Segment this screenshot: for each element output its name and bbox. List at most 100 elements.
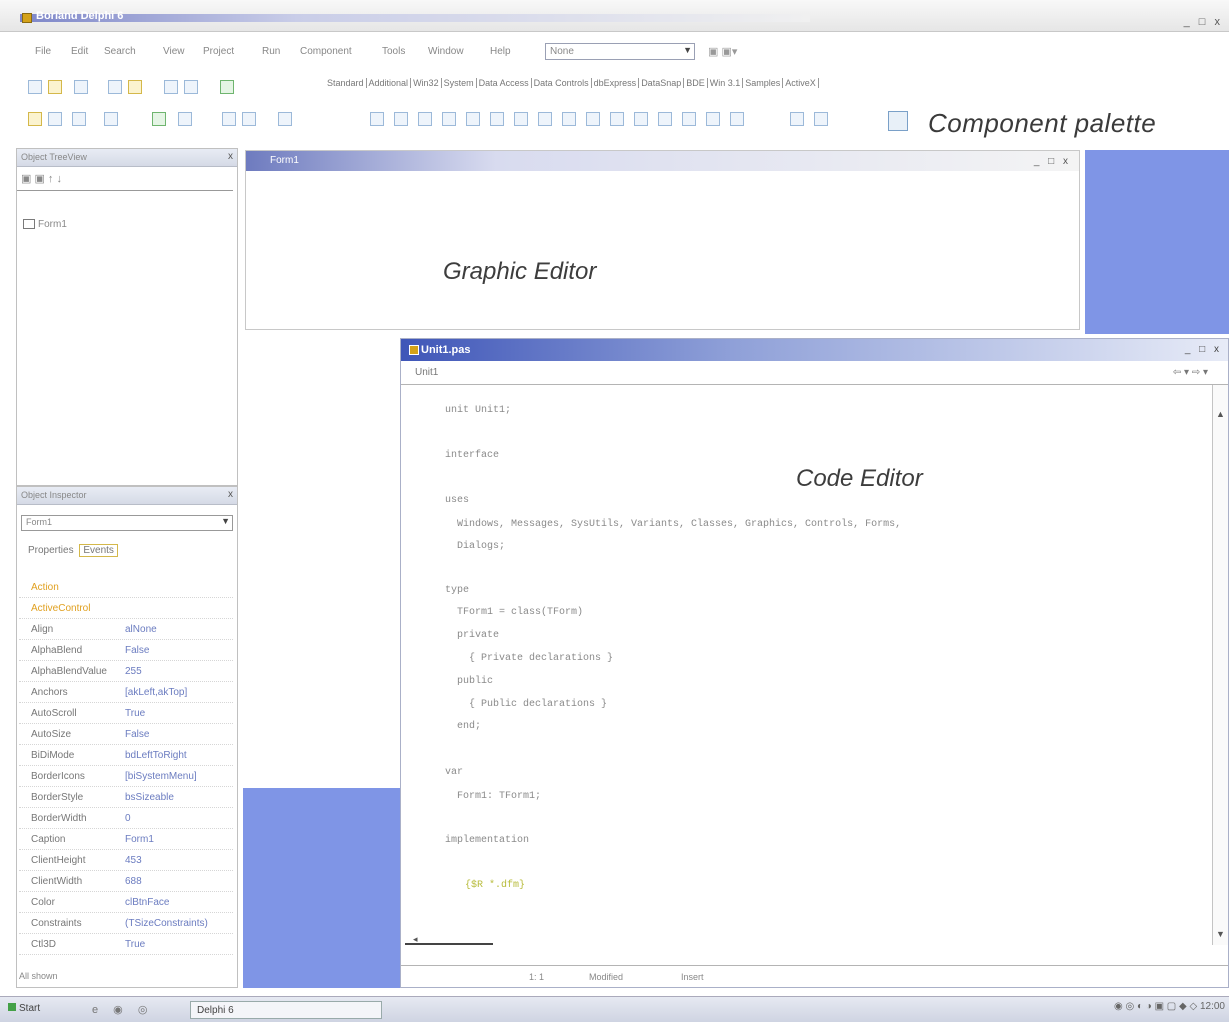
tab-events[interactable]: Events <box>79 544 118 557</box>
form-designer-window[interactable]: Form1 _ □ x <box>245 150 1080 330</box>
menu-window[interactable]: Window <box>428 46 464 57</box>
menu-edit[interactable]: Edit <box>71 46 88 57</box>
close-icon[interactable]: x <box>228 489 233 500</box>
open-icon[interactable] <box>48 80 62 94</box>
save-icon[interactable] <box>74 80 88 94</box>
open-project-icon[interactable] <box>128 80 142 94</box>
taskbar-delphi-button[interactable]: Delphi 6 <box>190 1001 382 1019</box>
property-value[interactable]: 453 <box>125 855 142 866</box>
property-row[interactable]: AutoScroll True <box>19 703 233 724</box>
menu-search[interactable]: Search <box>104 46 136 57</box>
tab-unit1[interactable]: Unit1 <box>415 367 438 378</box>
menu-file[interactable]: File <box>35 46 51 57</box>
property-row[interactable]: Action <box>19 577 233 598</box>
label-component-icon[interactable] <box>442 112 456 126</box>
help-icon[interactable] <box>220 80 234 94</box>
tab-win32[interactable]: Win32 <box>411 78 442 88</box>
property-row[interactable]: AlphaBlend False <box>19 640 233 661</box>
property-row[interactable]: Align alNone <box>19 619 233 640</box>
tab-system[interactable]: System <box>442 78 477 88</box>
tab-samples[interactable]: Samples <box>743 78 784 88</box>
code-editor-window[interactable]: Unit1.pas _ □ x Unit1 ⇦ ▾ ⇨ ▾ unit Unit1… <box>400 338 1229 988</box>
palette-scroll-left-icon[interactable] <box>790 112 804 126</box>
tab-additional[interactable]: Additional <box>367 78 412 88</box>
radiobutton-component-icon[interactable] <box>562 112 576 126</box>
property-value[interactable]: 0 <box>125 813 131 824</box>
property-value[interactable]: 255 <box>125 666 142 677</box>
listbox-component-icon[interactable] <box>586 112 600 126</box>
property-row[interactable]: BorderStyle bsSizeable <box>19 787 233 808</box>
tree-node-form1[interactable]: Form1 <box>23 219 67 230</box>
property-value[interactable]: bdLeftToRight <box>125 750 187 761</box>
frame-component-icon[interactable] <box>370 112 384 126</box>
scroll-down-icon[interactable]: ▼ <box>1216 929 1225 939</box>
menu-project[interactable]: Project <box>203 46 234 57</box>
property-row[interactable]: ActiveControl <box>19 598 233 619</box>
view-unit-icon[interactable] <box>28 112 42 126</box>
code-window-buttons[interactable]: _ □ x <box>1185 344 1222 355</box>
object-treeview-toolbar[interactable]: ▣ ▣ ↑ ↓ <box>17 167 233 191</box>
actionlist-component-icon[interactable] <box>730 112 744 126</box>
property-value[interactable]: False <box>125 729 149 740</box>
trace-into-icon[interactable] <box>222 112 236 126</box>
tab-data-access[interactable]: Data Access <box>477 78 532 88</box>
toggle-form-unit-icon[interactable] <box>72 112 86 126</box>
property-row[interactable]: Constraints (TSizeConstraints) <box>19 913 233 934</box>
quick-launch[interactable]: e ◉ ◎ <box>92 1003 153 1016</box>
palette-scroll-right-icon[interactable] <box>814 112 828 126</box>
scrollbar-component-icon[interactable] <box>634 112 648 126</box>
object-selector[interactable]: Form1 ▼ <box>21 515 233 531</box>
pointer-icon[interactable] <box>278 112 292 126</box>
form-window-buttons[interactable]: _ □ x <box>1034 156 1071 167</box>
menu-view[interactable]: View <box>163 46 185 57</box>
new-form-icon[interactable] <box>104 112 118 126</box>
new-icon[interactable] <box>28 80 42 94</box>
desktop-tool-buttons[interactable]: ▣ ▣▾ <box>708 45 737 58</box>
property-value[interactable]: clBtnFace <box>125 897 169 908</box>
property-row[interactable]: AlphaBlendValue 255 <box>19 661 233 682</box>
menu-help[interactable]: Help <box>490 46 511 57</box>
start-button[interactable]: Start <box>8 1003 40 1014</box>
vertical-scrollbar[interactable]: ▲ ▼ <box>1212 385 1228 945</box>
property-value[interactable]: [biSystemMenu] <box>125 771 197 782</box>
close-icon[interactable]: x <box>228 151 233 162</box>
tab-dbexpress[interactable]: dbExpress <box>592 78 640 88</box>
property-row[interactable]: BorderIcons [biSystemMenu] <box>19 766 233 787</box>
tab-activex[interactable]: ActiveX <box>783 78 819 88</box>
property-row[interactable]: Ctl3D True <box>19 934 233 955</box>
tab-datasnap[interactable]: DataSnap <box>639 78 685 88</box>
property-value[interactable]: True <box>125 708 145 719</box>
radiogroup-component-icon[interactable] <box>682 112 696 126</box>
form-designer-titlebar[interactable]: Form1 _ □ x <box>246 151 1079 171</box>
property-value[interactable]: (TSizeConstraints) <box>125 918 208 929</box>
navigation-buttons[interactable]: ⇦ ▾ ⇨ ▾ <box>1173 367 1208 378</box>
property-row[interactable]: Caption Form1 <box>19 829 233 850</box>
menu-component[interactable]: Component <box>300 46 352 57</box>
combobox-component-icon[interactable] <box>610 112 624 126</box>
property-value[interactable]: alNone <box>125 624 157 635</box>
save-all-icon[interactable] <box>108 80 122 94</box>
popupmenu-component-icon[interactable] <box>418 112 432 126</box>
property-row[interactable]: BiDiMode bdLeftToRight <box>19 745 233 766</box>
view-form-icon[interactable] <box>48 112 62 126</box>
tab-data-controls[interactable]: Data Controls <box>532 78 592 88</box>
system-tray[interactable]: ◉ ◎ ◐ ◑ ▣ ▢ ◆ ◇ 12:00 <box>1001 1001 1225 1019</box>
tab-win31[interactable]: Win 3.1 <box>708 78 744 88</box>
property-row[interactable]: ClientWidth 688 <box>19 871 233 892</box>
tab-properties[interactable]: Properties <box>25 545 77 556</box>
run-icon[interactable] <box>152 112 166 126</box>
property-value[interactable]: bsSizeable <box>125 792 174 803</box>
scroll-thumb[interactable] <box>405 943 493 945</box>
property-value[interactable]: 688 <box>125 876 142 887</box>
remove-file-icon[interactable] <box>184 80 198 94</box>
memo-component-icon[interactable] <box>490 112 504 126</box>
property-value[interactable]: True <box>125 939 145 950</box>
desktop-layout-select[interactable]: None ▼ <box>545 43 695 60</box>
property-value[interactable]: Form1 <box>125 834 154 845</box>
property-value[interactable]: False <box>125 645 149 656</box>
property-value[interactable]: [akLeft,akTop] <box>125 687 187 698</box>
tab-bde[interactable]: BDE <box>684 78 708 88</box>
menu-tools[interactable]: Tools <box>382 46 405 57</box>
groupbox-component-icon[interactable] <box>658 112 672 126</box>
button-component-icon[interactable] <box>514 112 528 126</box>
